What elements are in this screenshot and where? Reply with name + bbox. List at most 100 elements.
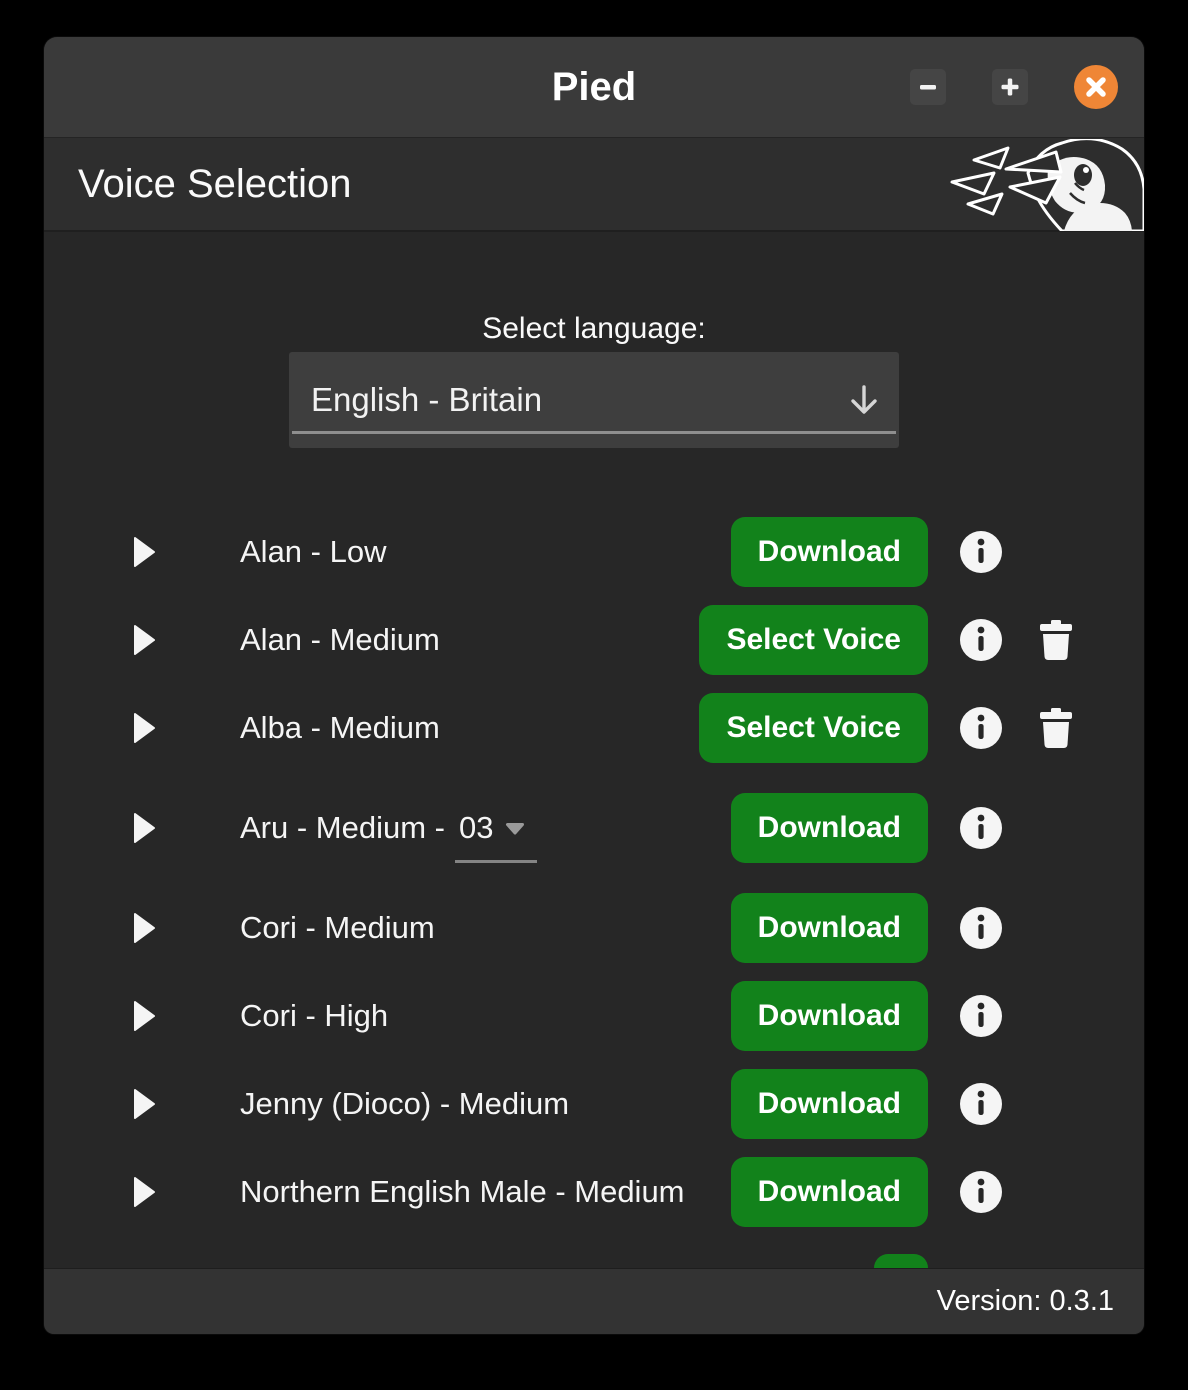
voice-row [44, 1236, 1144, 1268]
info-icon[interactable] [960, 531, 1002, 573]
voice-name-text: Cori - Medium [240, 910, 435, 946]
voice-row: Cori - High Download [44, 972, 1144, 1060]
action-column: Download [706, 793, 928, 863]
select-voice-button[interactable]: Select Voice [699, 605, 928, 675]
info-column [928, 807, 1034, 849]
info-icon[interactable] [960, 619, 1002, 661]
play-icon [132, 812, 156, 844]
voice-row: Alan - Medium Select Voice [44, 596, 1144, 684]
play-icon [132, 1088, 156, 1120]
play-voice-button[interactable] [132, 1000, 156, 1032]
version-label: Version: 0.3.1 [937, 1285, 1114, 1318]
voice-name: Aru - Medium - 03 [240, 810, 706, 846]
footer-bar: Version: 0.3.1 [44, 1268, 1144, 1334]
close-button[interactable] [1074, 65, 1118, 109]
select-voice-button[interactable]: Select Voice [699, 693, 928, 763]
window-controls [910, 37, 1118, 137]
down-arrow-icon [845, 381, 883, 419]
play-voice-button[interactable] [132, 624, 156, 656]
play-voice-button[interactable] [132, 912, 156, 944]
action-column [706, 1236, 928, 1268]
play-voice-button[interactable] [132, 712, 156, 744]
trash-column [1034, 996, 1078, 1037]
download-button[interactable]: Download [731, 981, 928, 1051]
play-voice-button[interactable] [132, 1088, 156, 1120]
action-column: Select Voice [706, 605, 928, 675]
play-icon [132, 1000, 156, 1032]
voice-name-text: Aru - Medium - [240, 810, 445, 846]
voice-name: Jenny (Dioco) - Medium [240, 1086, 706, 1122]
trash-column [1034, 1084, 1078, 1125]
play-voice-button[interactable] [132, 536, 156, 568]
info-column [928, 1083, 1034, 1125]
maximize-button[interactable] [992, 69, 1028, 105]
info-column [928, 907, 1034, 949]
voice-variant-text: 03 [459, 810, 493, 846]
action-column: Select Voice [706, 693, 928, 763]
info-column [928, 707, 1034, 749]
voice-name: Cori - High [240, 998, 706, 1034]
play-voice-button[interactable] [132, 812, 156, 844]
voice-name-text: Alan - Low [240, 534, 386, 570]
info-column [928, 531, 1034, 573]
play-icon [132, 912, 156, 944]
window-title: Pied [552, 65, 636, 110]
play-icon [132, 624, 156, 656]
trash-column [1034, 708, 1078, 749]
magpie-bird-logo [944, 139, 1144, 231]
voice-name-text: Alba - Medium [240, 710, 440, 746]
voice-name: Northern English Male - Medium [240, 1174, 706, 1210]
info-icon[interactable] [960, 995, 1002, 1037]
info-icon[interactable] [960, 807, 1002, 849]
voice-name: Alba - Medium [240, 710, 706, 746]
action-column: Download [706, 517, 928, 587]
voice-name-text: Alan - Medium [240, 622, 440, 658]
minimize-button[interactable] [910, 69, 946, 105]
voice-name-text: Cori - High [240, 998, 388, 1034]
language-dropdown[interactable]: English - Britain [289, 352, 899, 448]
play-icon [132, 1176, 156, 1208]
info-column [928, 619, 1034, 661]
trash-icon[interactable] [1039, 708, 1073, 749]
voice-list: Alan - Low Download Ala [44, 508, 1144, 1268]
voice-variant-dropdown[interactable]: 03 [455, 810, 537, 863]
titlebar: Pied [44, 37, 1144, 137]
info-icon[interactable] [960, 1083, 1002, 1125]
dropdown-underline [292, 431, 896, 434]
download-button[interactable] [874, 1254, 928, 1268]
info-icon[interactable] [960, 1171, 1002, 1213]
voice-name-text: Jenny (Dioco) - Medium [240, 1086, 569, 1122]
action-column: Download [706, 1069, 928, 1139]
language-selected-value: English - Britain [311, 381, 542, 419]
plus-icon [999, 76, 1021, 98]
voice-row: Alan - Low Download [44, 508, 1144, 596]
trash-column [1034, 908, 1078, 949]
play-voice-button[interactable] [132, 1176, 156, 1208]
download-button[interactable]: Download [731, 1157, 928, 1227]
minus-icon [918, 77, 938, 97]
info-column [928, 1171, 1034, 1213]
close-x-icon [1084, 75, 1108, 99]
voice-name-text: Northern English Male - Medium [240, 1174, 685, 1210]
download-button[interactable]: Download [731, 517, 928, 587]
voice-row: Jenny (Dioco) - Medium Download [44, 1060, 1144, 1148]
trash-column [1034, 620, 1078, 661]
page-title: Voice Selection [78, 162, 352, 207]
page-header: Voice Selection [44, 137, 1144, 232]
voice-name: Alan - Medium [240, 622, 706, 658]
action-column: Download [706, 893, 928, 963]
trash-column [1034, 532, 1078, 573]
action-column: Download [706, 981, 928, 1051]
trash-column [1034, 808, 1078, 849]
trash-icon[interactable] [1039, 620, 1073, 661]
info-icon[interactable] [960, 907, 1002, 949]
download-button[interactable]: Download [731, 893, 928, 963]
pied-window: Pied Voice Selection [44, 37, 1144, 1334]
info-icon[interactable] [960, 707, 1002, 749]
language-label: Select language: [44, 312, 1144, 346]
caret-down-icon [505, 822, 525, 835]
voice-name: Cori - Medium [240, 910, 706, 946]
download-button[interactable]: Download [731, 1069, 928, 1139]
voice-row: Northern English Male - Medium Download [44, 1148, 1144, 1236]
download-button[interactable]: Download [731, 793, 928, 863]
